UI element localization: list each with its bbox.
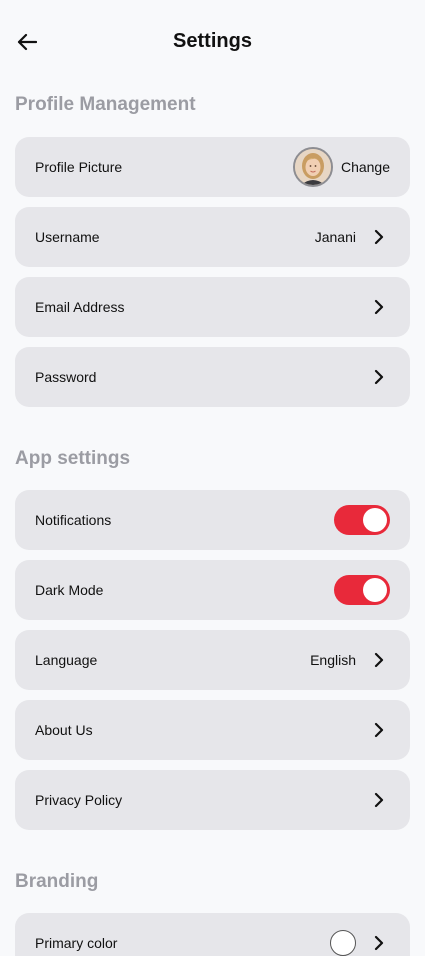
notifications-row: Notifications	[15, 490, 410, 550]
avatar-image	[295, 149, 331, 185]
section-title-app: App settings	[15, 448, 131, 469]
avatar[interactable]	[293, 147, 333, 187]
section-title-branding: Branding	[15, 871, 99, 892]
password-row[interactable]: Password	[15, 347, 410, 407]
row-label: Primary color	[35, 935, 118, 951]
row-label: Language	[35, 652, 98, 668]
chevron-right-icon	[374, 229, 384, 245]
chevron-right-icon	[374, 652, 384, 668]
row-label: About Us	[35, 722, 93, 738]
row-label: Email Address	[35, 299, 125, 315]
dark-mode-toggle[interactable]	[334, 575, 390, 605]
row-label: Dark Mode	[35, 582, 104, 598]
row-label: Notifications	[35, 512, 112, 528]
toggle-knob	[363, 508, 387, 532]
email-row[interactable]: Email Address	[15, 277, 410, 337]
chevron-right-icon	[374, 369, 384, 385]
row-label: Username	[35, 229, 100, 245]
row-label: Profile Picture	[35, 159, 123, 175]
change-picture-button[interactable]: Change	[341, 137, 390, 197]
chevron-right-icon	[374, 722, 384, 738]
page-title: Settings	[173, 30, 252, 52]
profile-picture-row[interactable]: Profile Picture Change	[15, 137, 410, 197]
primary-color-row[interactable]: Primary color	[15, 913, 410, 956]
color-swatch[interactable]	[330, 930, 356, 956]
username-value: Janani	[314, 229, 356, 245]
chevron-right-icon	[374, 792, 384, 808]
section-title-profile: Profile Management	[15, 94, 196, 115]
header: Settings	[0, 22, 425, 62]
about-us-row[interactable]: About Us	[15, 700, 410, 760]
language-value: English	[310, 652, 356, 668]
row-label: Privacy Policy	[35, 792, 123, 808]
chevron-right-icon	[374, 299, 384, 315]
language-row[interactable]: Language English	[15, 630, 410, 690]
username-row[interactable]: Username Janani	[15, 207, 410, 267]
row-label: Password	[35, 369, 97, 385]
chevron-right-icon	[374, 935, 384, 951]
settings-page: Settings Profile Management Profile Pict…	[0, 0, 425, 956]
privacy-policy-row[interactable]: Privacy Policy	[15, 770, 410, 830]
notifications-toggle[interactable]	[334, 505, 390, 535]
dark-mode-row: Dark Mode	[15, 560, 410, 620]
toggle-knob	[363, 578, 387, 602]
